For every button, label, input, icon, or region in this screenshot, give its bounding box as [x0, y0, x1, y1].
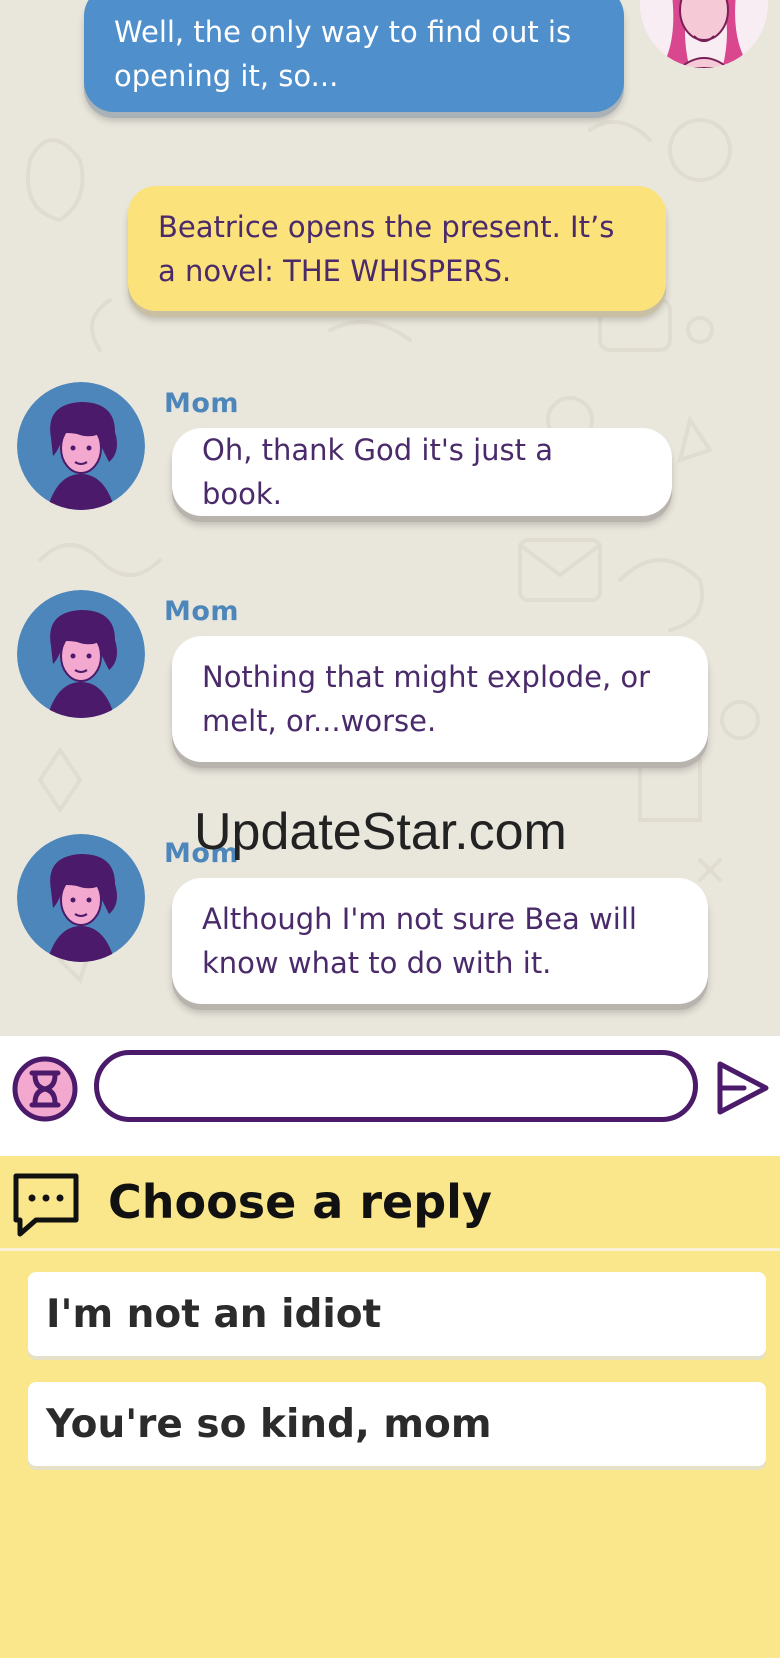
- sender-name: Mom: [164, 838, 240, 869]
- message-text: Nothing that might explode, or melt, or.…: [202, 660, 651, 738]
- input-bar: [0, 1036, 780, 1156]
- message-bubble-me: Well, the only way to find out is openin…: [84, 0, 624, 112]
- send-arrow-icon[interactable]: [710, 1056, 774, 1120]
- message-text: Oh, thank God it's just a book.: [202, 433, 554, 511]
- avatar-mom: [17, 590, 145, 718]
- reply-header: Choose a reply: [0, 1156, 780, 1251]
- avatar-mom: [17, 382, 145, 510]
- message-bubble-mom: Oh, thank God it's just a book.: [172, 428, 672, 516]
- hourglass-icon[interactable]: [12, 1056, 78, 1122]
- sender-name: Mom: [164, 388, 240, 419]
- message-input[interactable]: [94, 1050, 698, 1122]
- reply-panel: Choose a reply I'm not an idiot You're s…: [0, 1156, 780, 1658]
- avatar-mom: [17, 834, 145, 962]
- message-text: Well, the only way to find out is openin…: [114, 15, 572, 93]
- reply-option-label: I'm not an idiot: [46, 1291, 382, 1337]
- speech-bubble-icon: [10, 1168, 82, 1240]
- reply-header-title: Choose a reply: [108, 1175, 492, 1229]
- narration-text: Beatrice opens the present. It’s a novel…: [158, 209, 615, 288]
- reply-option[interactable]: You're so kind, mom: [28, 1382, 766, 1466]
- sender-name: Mom: [164, 596, 240, 627]
- message-bubble-mom: Although I'm not sure Bea will know what…: [172, 878, 708, 1004]
- message-text: Although I'm not sure Bea will know what…: [202, 902, 637, 980]
- mom-portrait-icon: [17, 590, 145, 718]
- chat-area[interactable]: Well, the only way to find out is openin…: [0, 0, 780, 1036]
- message-bubble-mom: Nothing that might explode, or melt, or.…: [172, 636, 708, 762]
- reply-option-label: You're so kind, mom: [46, 1401, 492, 1447]
- mom-portrait-icon: [17, 834, 145, 962]
- reply-option[interactable]: I'm not an idiot: [28, 1272, 766, 1356]
- mom-portrait-icon: [17, 382, 145, 510]
- narration-bubble: Beatrice opens the present. It’s a novel…: [128, 186, 666, 311]
